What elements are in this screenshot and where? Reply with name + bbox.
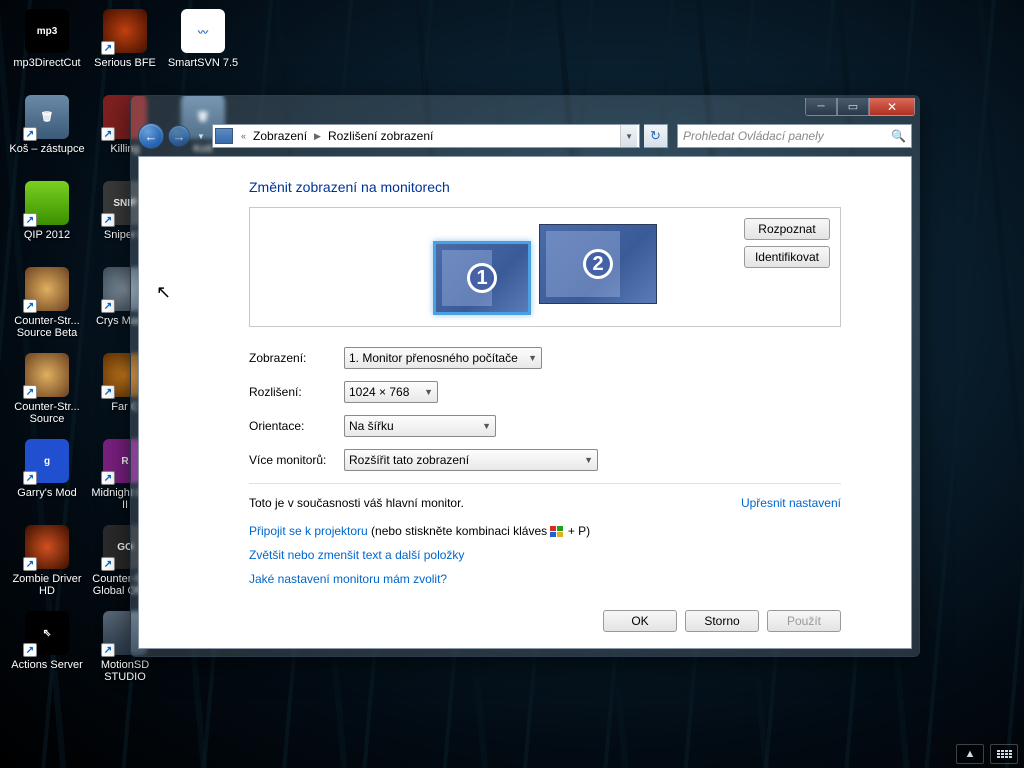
display-select[interactable]: 1. Monitor přenosného počítače▼ — [344, 347, 542, 369]
address-dropdown[interactable]: ▼ — [620, 125, 637, 147]
desktop-icon-label: Counter-Str... Source Beta — [9, 315, 85, 339]
projector-link[interactable]: Připojit se k projektoru — [249, 524, 368, 538]
desktop-icon-label: mp3DirectCut — [13, 57, 80, 69]
multi-monitor-label: Více monitorů: — [249, 453, 344, 467]
shortcut-icon: ↗ — [23, 385, 37, 399]
desktop-icon-label: SmartSVN 7.5 — [168, 57, 238, 69]
ok-button[interactable]: OK — [603, 610, 677, 632]
desktop-icon-label: QIP 2012 — [24, 229, 70, 241]
resolution-label: Rozlišení: — [249, 385, 344, 399]
shortcut-icon: ↗ — [101, 299, 115, 313]
desktop-icon-label: Koš – zástupce — [9, 143, 84, 155]
desktop-icon[interactable]: ↗ Zombie Driver HD — [8, 521, 86, 607]
which-settings-link[interactable]: Jaké nastavení monitoru mám zvolit? — [249, 572, 447, 586]
system-tray: ▲ — [956, 744, 1018, 764]
orientation-select[interactable]: Na šířku▼ — [344, 415, 496, 437]
shortcut-icon: ↗ — [23, 127, 37, 141]
desktop-icon-label: Actions Server — [11, 659, 83, 671]
multi-monitor-select[interactable]: Rozšířit tato zobrazení▼ — [344, 449, 598, 471]
shortcut-icon: ↗ — [23, 643, 37, 657]
desktop-icon-label: Zombie Driver HD — [9, 573, 85, 597]
monitor-1[interactable]: 1 — [433, 241, 531, 315]
tray-up-button[interactable]: ▲ — [956, 744, 984, 764]
address-bar[interactable]: « Zobrazení ▶ Rozlišení zobrazení ▼ — [212, 124, 640, 148]
desktop-icon[interactable]: g↗Garry's Mod — [8, 435, 86, 521]
orientation-label: Orientace: — [249, 419, 344, 433]
shortcut-icon: ↗ — [23, 557, 37, 571]
windows-key-icon — [550, 526, 564, 538]
titlebar: ─ ▭ ✕ — [131, 96, 919, 120]
monitor-layout-box[interactable]: 1 2 Rozpoznat Identifikovat — [249, 207, 841, 327]
desktop-icon[interactable]: mp3mp3DirectCut — [8, 5, 86, 91]
search-input[interactable]: Prohledat Ovládací panely 🔍 — [677, 124, 912, 148]
breadcrumb-resolution[interactable]: Rozlišení zobrazení — [325, 127, 436, 145]
resolution-select[interactable]: 1024 × 768▼ — [344, 381, 438, 403]
forward-button[interactable]: → — [168, 125, 190, 147]
minimize-button[interactable]: ─ — [805, 98, 837, 116]
advanced-settings-link[interactable]: Upřesnit nastavení — [741, 496, 841, 510]
identify-button[interactable]: Identifikovat — [744, 246, 830, 268]
search-icon: 🔍 — [891, 129, 906, 143]
primary-monitor-note: Toto je v současnosti váš hlavní monitor… — [249, 496, 464, 510]
shortcut-icon: ↗ — [101, 471, 115, 485]
shortcut-icon: ↗ — [101, 213, 115, 227]
apply-button[interactable]: Použít — [767, 610, 841, 632]
page-title: Změnit zobrazení na monitorech — [249, 179, 841, 195]
display-label: Zobrazení: — [249, 351, 344, 365]
shortcut-icon: ↗ — [101, 557, 115, 571]
desktop-icon[interactable]: ↗ Serious BFE — [86, 5, 164, 91]
detect-button[interactable]: Rozpoznat — [744, 218, 830, 240]
desktop-icon-label: Serious BFE — [94, 57, 156, 69]
close-button[interactable]: ✕ — [869, 98, 915, 116]
desktop-icon[interactable]: 🗑↗Koš – zástupce — [8, 91, 86, 177]
maximize-button[interactable]: ▭ — [837, 98, 869, 116]
cancel-button[interactable]: Storno — [685, 610, 759, 632]
shortcut-icon: ↗ — [23, 213, 37, 227]
shortcut-icon: ↗ — [101, 41, 115, 55]
shortcut-icon: ↗ — [23, 299, 37, 313]
desktop-icon[interactable]: ⇖↗Actions Server — [8, 607, 86, 693]
control-panel-icon — [215, 128, 233, 144]
shortcut-icon: ↗ — [101, 385, 115, 399]
desktop-icon-label: MotionSD STUDIO — [87, 659, 163, 683]
back-button[interactable]: ← — [138, 123, 164, 149]
shortcut-icon: ↗ — [23, 471, 37, 485]
breadcrumb-display[interactable]: Zobrazení — [250, 127, 310, 145]
refresh-button[interactable]: ↻ — [644, 124, 668, 148]
content-area: Změnit zobrazení na monitorech 1 2 Rozpo… — [138, 156, 912, 649]
osk-button[interactable] — [990, 744, 1018, 764]
desktop-icon-label: Counter-Str... Source — [9, 401, 85, 425]
shortcut-icon: ↗ — [101, 127, 115, 141]
shortcut-icon: ↗ — [101, 643, 115, 657]
nav-toolbar: ← → ▼ « Zobrazení ▶ Rozlišení zobrazení … — [138, 120, 912, 152]
desktop-icon[interactable]: 〰SmartSVN 7.5 — [164, 5, 242, 91]
monitor-2[interactable]: 2 — [539, 224, 657, 304]
nav-history-dropdown[interactable]: ▼ — [194, 125, 208, 147]
desktop-icon[interactable]: ↗ Counter-Str... Source — [8, 349, 86, 435]
desktop-icon-label: Garry's Mod — [17, 487, 77, 499]
desktop-icon[interactable]: ↗ QIP 2012 — [8, 177, 86, 263]
search-placeholder: Prohledat Ovládací panely — [683, 129, 824, 143]
text-size-link[interactable]: Zvětšit nebo zmenšit text a další položk… — [249, 548, 464, 562]
desktop-icon[interactable]: ↗ Counter-Str... Source Beta — [8, 263, 86, 349]
display-settings-window: ─ ▭ ✕ ← → ▼ « Zobrazení ▶ Rozlišení zobr… — [130, 95, 920, 657]
